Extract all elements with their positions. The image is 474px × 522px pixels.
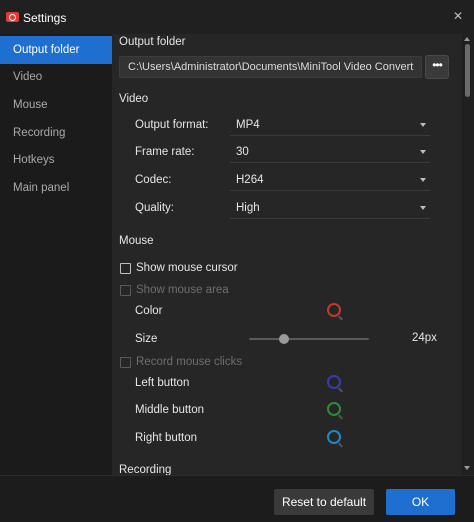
mouse-heading: Mouse <box>119 235 154 247</box>
ok-button[interactable]: OK <box>386 489 455 515</box>
footer-bar: Reset to default OK <box>0 475 474 522</box>
sidebar: Output folder Video Mouse Recording Hotk… <box>0 34 112 475</box>
reset-to-default-button[interactable]: Reset to default <box>274 489 374 515</box>
scroll-up-icon[interactable] <box>464 37 470 41</box>
left-button-label: Left button <box>135 377 190 389</box>
show-mouse-area-checkbox <box>120 284 131 296</box>
settings-window: Settings ✕ Output folder Video Mouse Rec… <box>0 0 474 522</box>
frame-rate-label: Frame rate: <box>135 146 195 158</box>
close-icon[interactable]: ✕ <box>450 8 466 24</box>
middle-button-color-icon[interactable] <box>327 402 341 416</box>
mouse-size-slider-handle[interactable] <box>278 334 289 344</box>
app-record-icon <box>6 12 19 22</box>
left-button-color-icon[interactable] <box>327 375 341 389</box>
mouse-area-color-icon[interactable] <box>327 303 341 317</box>
output-format-value: MP4 <box>236 119 260 131</box>
codec-select[interactable]: H264 <box>230 169 430 191</box>
show-mouse-area-row: Show mouse area <box>120 282 229 298</box>
record-mouse-clicks-row: Record mouse clicks <box>120 354 242 370</box>
output-format-label: Output format: <box>135 119 209 131</box>
show-mouse-cursor-row[interactable]: Show mouse cursor <box>120 260 238 276</box>
video-heading: Video <box>119 93 149 105</box>
color-label: Color <box>135 305 163 317</box>
output-folder-heading: Output folder <box>119 36 186 48</box>
recording-heading: Recording <box>119 464 172 475</box>
size-label: Size <box>135 333 158 345</box>
middle-button-label: Middle button <box>135 404 205 416</box>
output-format-select[interactable]: MP4 <box>230 114 430 136</box>
record-mouse-clicks-checkbox <box>120 356 131 368</box>
right-button-color-icon[interactable] <box>327 430 341 444</box>
chevron-down-icon <box>420 123 426 127</box>
show-mouse-area-label: Show mouse area <box>136 284 229 296</box>
sidebar-item-output-folder[interactable]: Output folder <box>0 36 112 64</box>
sidebar-item-video[interactable]: Video <box>0 63 112 91</box>
quality-select[interactable]: High <box>230 197 430 219</box>
quality-value: High <box>236 202 260 214</box>
frame-rate-select[interactable]: 30 <box>230 141 430 163</box>
show-mouse-cursor-checkbox[interactable] <box>120 262 131 274</box>
chevron-down-icon <box>420 178 426 182</box>
sidebar-item-mouse[interactable]: Mouse <box>0 91 112 119</box>
settings-content: Output folder C:\Users\Administrator\Doc… <box>112 34 462 475</box>
frame-rate-value: 30 <box>236 146 249 158</box>
browse-folder-button[interactable]: ••• <box>425 55 449 79</box>
sidebar-item-recording[interactable]: Recording <box>0 119 112 147</box>
scrollbar-thumb[interactable] <box>465 44 470 97</box>
window-title: Settings <box>23 11 67 25</box>
show-mouse-cursor-label: Show mouse cursor <box>136 262 238 274</box>
mouse-size-slider[interactable] <box>249 338 369 340</box>
codec-value: H264 <box>236 174 264 186</box>
title-bar: Settings ✕ <box>0 0 474 34</box>
chevron-down-icon <box>420 150 426 154</box>
record-mouse-clicks-label: Record mouse clicks <box>136 356 243 368</box>
codec-label: Codec: <box>135 174 172 186</box>
output-folder-path-field[interactable]: C:\Users\Administrator\Documents\MiniToo… <box>119 56 422 78</box>
mouse-size-value: 24px <box>412 332 437 344</box>
scroll-down-icon[interactable] <box>464 466 470 470</box>
scrollbar[interactable] <box>462 34 474 475</box>
chevron-down-icon <box>420 206 426 210</box>
sidebar-item-main-panel[interactable]: Main panel <box>0 174 112 202</box>
quality-label: Quality: <box>135 202 174 214</box>
right-button-label: Right button <box>135 432 198 444</box>
sidebar-item-hotkeys[interactable]: Hotkeys <box>0 146 112 174</box>
